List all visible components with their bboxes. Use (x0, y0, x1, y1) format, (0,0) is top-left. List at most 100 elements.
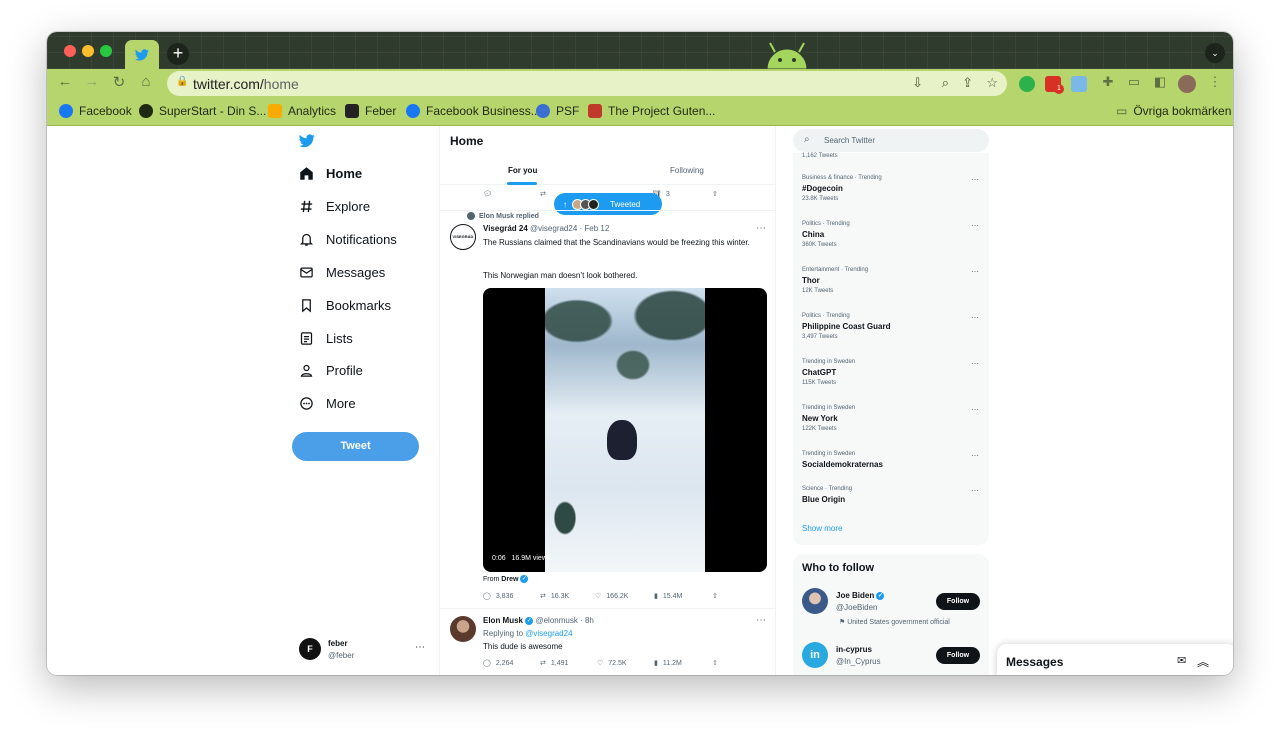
follow-account-name[interactable]: in-cyprus (836, 645, 872, 654)
expand-chevron-icon[interactable]: ︽ (1197, 653, 1209, 670)
tab-following[interactable]: Following (670, 166, 704, 175)
trend-more-icon[interactable]: ⋯ (971, 486, 979, 495)
tweet1-more-icon[interactable]: ⋯ (756, 223, 766, 234)
reply-to-link[interactable]: @visegrad24 (525, 629, 572, 638)
nav-bookmarks[interactable]: Bookmarks (299, 298, 391, 313)
show-more-link[interactable]: Show more (802, 524, 842, 533)
forward-arrow-icon[interactable]: → (81, 73, 103, 90)
profile-avatar[interactable] (1178, 75, 1196, 93)
other-bookmarks[interactable]: ▭ Övriga bokmärken (1116, 104, 1231, 118)
tab-for-you[interactable]: For you (508, 166, 537, 175)
trend-more-icon[interactable]: ⋯ (971, 359, 979, 368)
tweet1-reply-stat[interactable]: ◯ 3,836 (483, 592, 513, 601)
trend-item[interactable]: Trending in Sweden Socialdemokraternas (802, 451, 883, 469)
tweet1-retweet-stat[interactable]: ⇄ 16.3K (540, 592, 569, 601)
nav-lists[interactable]: Lists (299, 331, 353, 346)
trend-more-icon[interactable]: ⋯ (971, 267, 979, 276)
nav-notifications[interactable]: Notifications (299, 232, 397, 247)
nav-home[interactable]: Home (299, 166, 362, 181)
messages-drawer[interactable]: Messages ✉ ︽ (997, 644, 1233, 675)
bookmark-psf[interactable]: PSF (536, 104, 579, 118)
trend-more-icon[interactable]: ⋯ (971, 175, 979, 184)
tweet1-handle[interactable]: @visegrad24 (530, 224, 577, 233)
tab-search-chevron-icon[interactable]: ⌄ (1205, 43, 1225, 63)
account-more-icon[interactable]: ⋯ (415, 642, 425, 653)
tweet2-author[interactable]: Elon Musk (483, 616, 523, 625)
trend-item[interactable]: Trending in Sweden New York 122K Tweets (802, 405, 855, 432)
top-retweet-icon[interactable]: ⇄ (540, 190, 546, 198)
elon-avatar[interactable] (450, 616, 476, 642)
install-icon[interactable]: ⇩ (912, 75, 923, 91)
trend-item[interactable]: Politics · Trending Philippine Coast Guar… (802, 313, 890, 340)
new-message-icon[interactable]: ✉ (1177, 654, 1186, 667)
address-bar[interactable]: 🔒 twitter.com/home ⇩ ⌕ ⇪ ☆ (167, 71, 1007, 96)
trend-more-icon[interactable]: ⋯ (971, 451, 979, 460)
nav-profile[interactable]: Profile (299, 363, 363, 378)
tweet2-replying: Replying to @visegrad24 (483, 629, 573, 638)
tweet1-share-icon[interactable]: ⇧ (712, 592, 718, 600)
trend-item[interactable]: Politics · Trending China 360K Tweets (802, 221, 850, 248)
bookmark-analytics[interactable]: Analytics (268, 104, 336, 118)
twitter-logo-icon[interactable] (299, 134, 315, 148)
tweet2-views-stat[interactable]: ▮ 11.2M (654, 659, 682, 668)
trend-more-icon[interactable]: ⋯ (971, 405, 979, 414)
tweet2-retweet-stat[interactable]: ⇄ 1,491 (540, 659, 568, 668)
tweet1-video[interactable]: 0:06 16.9M views (483, 288, 767, 572)
trend-item[interactable]: Trending in Sweden ChatGPT 115K Tweets (802, 359, 855, 386)
grammarly-extension-icon[interactable] (1019, 76, 1035, 92)
trend-partial[interactable]: 1,162 Tweets (802, 153, 838, 159)
tweet1-author[interactable]: Visegrád 24 (483, 224, 528, 233)
home-browser-icon[interactable]: ⌂ (135, 73, 157, 90)
back-arrow-icon[interactable]: ← (54, 73, 76, 90)
tweet2-more-icon[interactable]: ⋯ (756, 615, 766, 626)
tweet1-time[interactable]: · Feb 12 (580, 224, 610, 233)
source-name[interactable]: Drew (501, 576, 518, 583)
star-bookmark-icon[interactable]: ☆ (986, 75, 998, 91)
follow-button-joe-biden[interactable]: Follow (936, 593, 980, 610)
close-window-button[interactable] (64, 45, 76, 57)
zoom-icon[interactable]: ⌕ (942, 75, 949, 91)
tweeted-pill[interactable]: ↑ Tweeted (554, 193, 662, 215)
puzzle-extensions-icon[interactable]: ✚ (1097, 74, 1119, 90)
maximize-window-button[interactable] (100, 45, 112, 57)
sidepanel-icon[interactable]: ◧ (1149, 74, 1171, 90)
joe-biden-avatar[interactable] (802, 588, 828, 614)
cloud-extension-icon[interactable] (1071, 76, 1087, 92)
tweet-button[interactable]: Tweet (292, 432, 419, 461)
bookmark-superstart[interactable]: SuperStart - Din S... (139, 104, 266, 118)
tweet2-reply-stat[interactable]: ◯ 2,264 (483, 659, 513, 668)
trend-item[interactable]: Entertainment · Trending Thor 12K Tweets (802, 267, 868, 294)
tweet2-share-icon[interactable]: ⇧ (712, 659, 718, 667)
top-share-icon[interactable]: ⇧ (712, 190, 718, 198)
heart-icon: ♡ (597, 660, 604, 667)
trend-item[interactable]: Business & finance · Trending #Dogecoin 23… (802, 175, 882, 202)
new-tab-button[interactable]: + (167, 43, 189, 65)
tab-twitter[interactable] (125, 40, 159, 69)
search-box[interactable]: ⌕ Search Twitter (793, 129, 989, 152)
tweet2-handle[interactable]: @elonmusk (535, 616, 577, 625)
nav-explore[interactable]: Explore (299, 199, 370, 214)
cast-icon[interactable]: ▭ (1123, 74, 1145, 90)
tweet2-like-stat[interactable]: ♡ 72.5K (597, 659, 627, 668)
nav-more[interactable]: More (299, 396, 356, 411)
visegrad-avatar[interactable]: VISEGRÁD (450, 224, 476, 250)
tweet1-like-stat[interactable]: ♡ 166.2K (595, 592, 628, 601)
tweet2-time[interactable]: · 8h (580, 616, 594, 625)
menu-kebab-icon[interactable]: ⋮ (1204, 74, 1226, 90)
trend-more-icon[interactable]: ⋯ (971, 313, 979, 322)
follow-account-name[interactable]: Joe Biden ✓ (836, 591, 885, 600)
top-reply-icon[interactable]: 💬︎ (483, 190, 492, 198)
bookmark-gutenberg[interactable]: The Project Guten... (588, 104, 715, 118)
nav-messages[interactable]: Messages (299, 265, 385, 280)
follow-button-in-cyprus[interactable]: Follow (936, 647, 980, 664)
minimize-window-button[interactable] (82, 45, 94, 57)
bookmark-feber[interactable]: Feber (345, 104, 396, 118)
bookmark-facebook-business[interactable]: Facebook Business... (406, 104, 541, 118)
trend-more-icon[interactable]: ⋯ (971, 221, 979, 230)
reload-icon[interactable]: ↻ (108, 73, 130, 91)
bookmark-facebook[interactable]: Facebook (59, 104, 132, 118)
in-cyprus-avatar[interactable]: in (802, 642, 828, 668)
trend-item[interactable]: Science · Trending Blue Origin (802, 486, 852, 504)
tweet1-views-stat[interactable]: ▮ 15.4M (654, 592, 682, 601)
share-icon[interactable]: ⇪ (962, 75, 973, 91)
